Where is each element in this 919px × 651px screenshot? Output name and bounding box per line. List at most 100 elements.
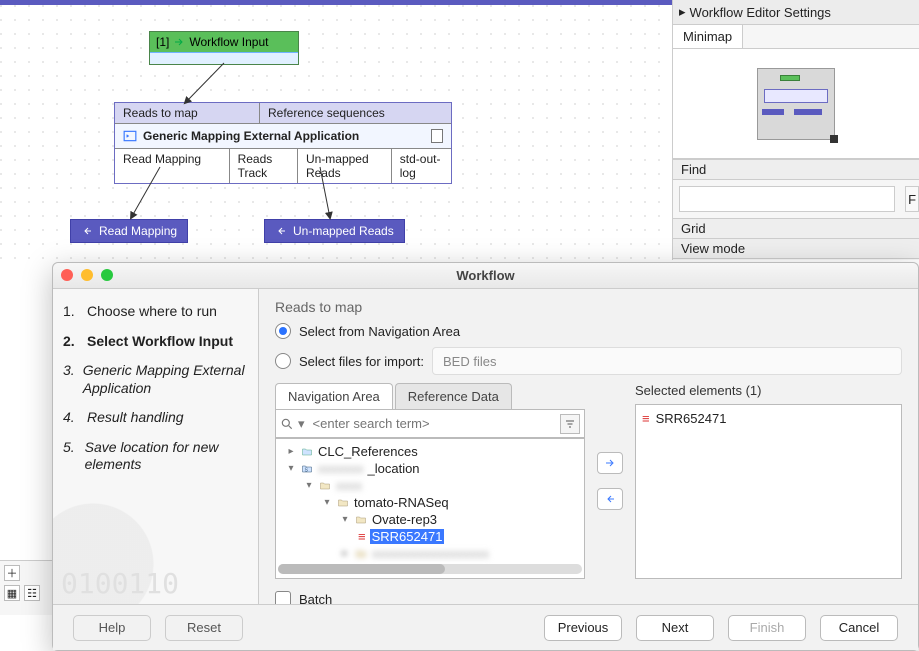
tree-icon[interactable]: ☷	[24, 585, 40, 601]
previous-button[interactable]: Previous	[544, 615, 622, 641]
tree-label: CLC_References	[318, 444, 418, 459]
horizontal-scrollbar[interactable]	[278, 564, 582, 574]
workflow-canvas[interactable]: [1] Workflow Input Reads to map Referenc…	[0, 0, 672, 260]
find-input[interactable]	[679, 186, 895, 212]
folder-s-icon: S	[300, 463, 314, 475]
tree-item-location[interactable]: ▾ S xxxxxxx_location	[278, 460, 582, 477]
filter-icon	[564, 418, 576, 430]
out-port-reads-track[interactable]: Reads Track	[230, 149, 298, 183]
chevron-down-icon: ▾	[304, 480, 314, 491]
wizard-step-1[interactable]: Choose where to run	[63, 303, 250, 321]
wizard-step-2[interactable]: Select Workflow Input	[63, 333, 250, 351]
in-port-reads[interactable]: Reads to map	[115, 103, 260, 123]
reads-icon: ≡	[358, 529, 366, 544]
chevron-down-icon: ▾	[322, 497, 332, 508]
watermark-icon: 0100110	[53, 484, 259, 604]
minimap[interactable]	[673, 49, 919, 159]
radio-import-label: Select files for import:	[299, 354, 424, 369]
add-icon[interactable]: ＋	[4, 565, 20, 581]
finish-button: Finish	[728, 615, 806, 641]
wizard-steps-sidebar: Choose where to run Select Workflow Inpu…	[53, 289, 259, 604]
workflow-node-title: Generic Mapping External Application	[143, 129, 359, 143]
folder-icon	[318, 480, 332, 492]
import-format-select[interactable]: BED files	[432, 347, 902, 375]
grid-section-label: Grid	[673, 218, 919, 239]
batch-checkbox[interactable]	[275, 591, 291, 604]
tree-item-clc-references[interactable]: ▸ CLC_References	[278, 443, 582, 460]
tree-item-ovate[interactable]: ▾ Ovate-rep3	[278, 511, 582, 528]
tree-label: Ovate-rep3	[372, 512, 437, 527]
viewmode-section-label: View mode	[673, 239, 919, 259]
document-icon	[431, 129, 443, 143]
minimize-icon[interactable]	[81, 269, 93, 281]
chevron-right-icon[interactable]: ▸	[679, 4, 686, 20]
tab-navigation-area[interactable]: Navigation Area	[275, 383, 393, 409]
out-port-stdout[interactable]: std-out-log	[392, 149, 451, 183]
chevron-down-icon: ▾	[286, 463, 296, 474]
in-port-reference[interactable]: Reference sequences	[260, 103, 393, 123]
wizard-step-4[interactable]: Result handling	[63, 409, 250, 427]
folder-icon	[354, 514, 368, 526]
selected-item[interactable]: ≡ SRR652471	[642, 411, 895, 426]
layout-icon[interactable]: ▦	[4, 585, 20, 601]
workflow-output-unmapped[interactable]: Un-mapped Reads	[264, 219, 405, 243]
dialog-footer: Help Reset Previous Next Finish Cancel	[53, 604, 918, 650]
reads-icon: ≡	[642, 411, 650, 426]
reset-button[interactable]: Reset	[165, 615, 243, 641]
chevron-down-icon: ▾	[340, 514, 350, 525]
tab-minimap[interactable]: Minimap	[673, 25, 743, 48]
zoom-icon[interactable]	[101, 269, 113, 281]
find-button[interactable]: F	[905, 186, 919, 212]
search-icon	[280, 417, 294, 431]
next-button[interactable]: Next	[636, 615, 714, 641]
radio-select-import[interactable]: Select files for import: BED files	[275, 347, 902, 375]
chevron-right-icon: ▸	[286, 446, 296, 457]
step-heading: Reads to map	[275, 299, 902, 315]
navigation-tree[interactable]: ▸ CLC_References ▾ S xxxxxxx_location ▾	[275, 438, 585, 579]
out-port-unmapped[interactable]: Un-mapped Reads	[298, 149, 392, 183]
tree-item-tomato[interactable]: ▾ tomato-RNASeq	[278, 494, 582, 511]
arrow-left-hollow-icon	[81, 225, 93, 237]
settings-panel: ▸ Workflow Editor Settings Minimap Find …	[672, 0, 919, 260]
search-input[interactable]	[309, 412, 556, 435]
selected-item-label: SRR652471	[656, 411, 727, 426]
folder-icon	[300, 446, 314, 458]
tree-item-srr[interactable]: ≡ SRR652471	[278, 528, 582, 545]
dialog-titlebar[interactable]: Workflow	[53, 263, 918, 289]
batch-label: Batch	[299, 592, 332, 605]
workflow-input-node[interactable]: [1] Workflow Input	[149, 31, 299, 65]
canvas-footer-toolbar: ＋ ▦ ☷	[0, 560, 52, 615]
workflow-input-index: [1]	[156, 35, 169, 49]
add-selection-button[interactable]	[597, 452, 623, 474]
remove-selection-button[interactable]	[597, 488, 623, 510]
wizard-step-3[interactable]: Generic Mapping External Application	[63, 362, 250, 397]
tree-item-sub[interactable]: ▾ xxxx	[278, 477, 582, 494]
workflow-output-read-mapping[interactable]: Read Mapping	[70, 219, 188, 243]
cancel-button[interactable]: Cancel	[820, 615, 898, 641]
filter-button[interactable]	[560, 414, 580, 434]
tree-item-blurred[interactable]: ▸ xxxxxxxxxxxxxxxxxx	[278, 545, 582, 562]
find-section-label: Find	[673, 159, 919, 180]
selected-elements-title: Selected elements (1)	[635, 383, 902, 398]
out-port-read-mapping[interactable]: Read Mapping	[115, 149, 230, 183]
selected-elements-list[interactable]: ≡ SRR652471	[635, 404, 902, 579]
close-icon[interactable]	[61, 269, 73, 281]
arrow-right-icon	[603, 457, 617, 469]
settings-title: Workflow Editor Settings	[690, 5, 831, 20]
output-rm-label: Read Mapping	[99, 224, 177, 238]
wizard-step-5[interactable]: Save location for new elements	[63, 439, 250, 474]
arrow-left-hollow-icon	[275, 225, 287, 237]
tab-reference-data[interactable]: Reference Data	[395, 383, 512, 409]
search-row: ▾	[275, 409, 585, 438]
resize-handle-icon[interactable]	[830, 135, 838, 143]
radio-select-navigation[interactable]: Select from Navigation Area	[275, 323, 902, 339]
help-button[interactable]: Help	[73, 615, 151, 641]
tree-label-blurred: xxxx	[336, 478, 362, 493]
radio-nav-label: Select from Navigation Area	[299, 324, 460, 339]
tree-label-blurred: xxxxxxx	[318, 461, 364, 476]
tree-label: tomato-RNASeq	[354, 495, 449, 510]
folder-icon	[336, 497, 350, 509]
workflow-tool-node[interactable]: Reads to map Reference sequences Generic…	[114, 102, 452, 184]
tree-label-selected: SRR652471	[370, 529, 445, 544]
radio-icon	[275, 353, 291, 369]
